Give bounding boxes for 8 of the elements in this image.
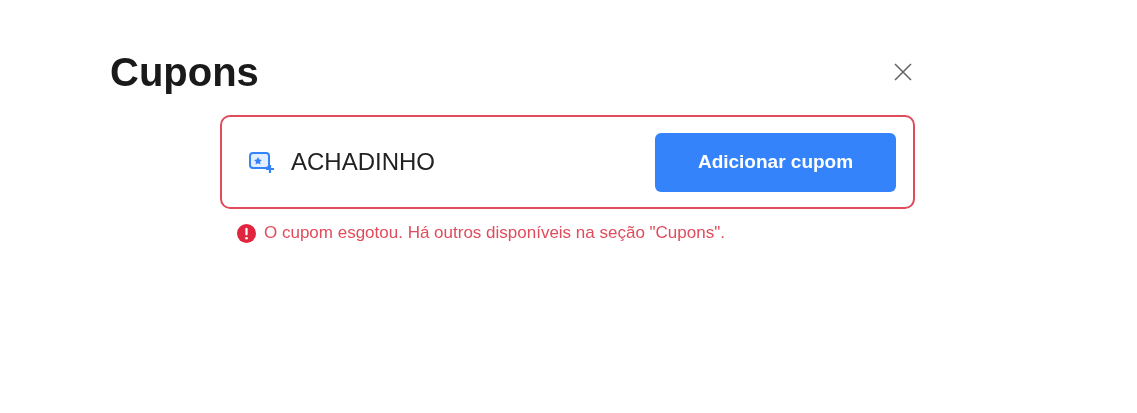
close-icon <box>893 62 913 82</box>
add-coupon-button[interactable]: Adicionar cupom <box>655 132 896 192</box>
error-message: O cupom esgotou. Há outros disponíveis na seção "Cupons". <box>264 223 725 243</box>
coupon-field[interactable]: ACHADINHO Adicionar cupom <box>220 115 915 209</box>
coupon-input[interactable]: ACHADINHO <box>289 147 655 177</box>
coupon-icon <box>249 150 275 174</box>
dialog-title: Cupons <box>110 49 259 96</box>
error-icon <box>237 223 256 243</box>
